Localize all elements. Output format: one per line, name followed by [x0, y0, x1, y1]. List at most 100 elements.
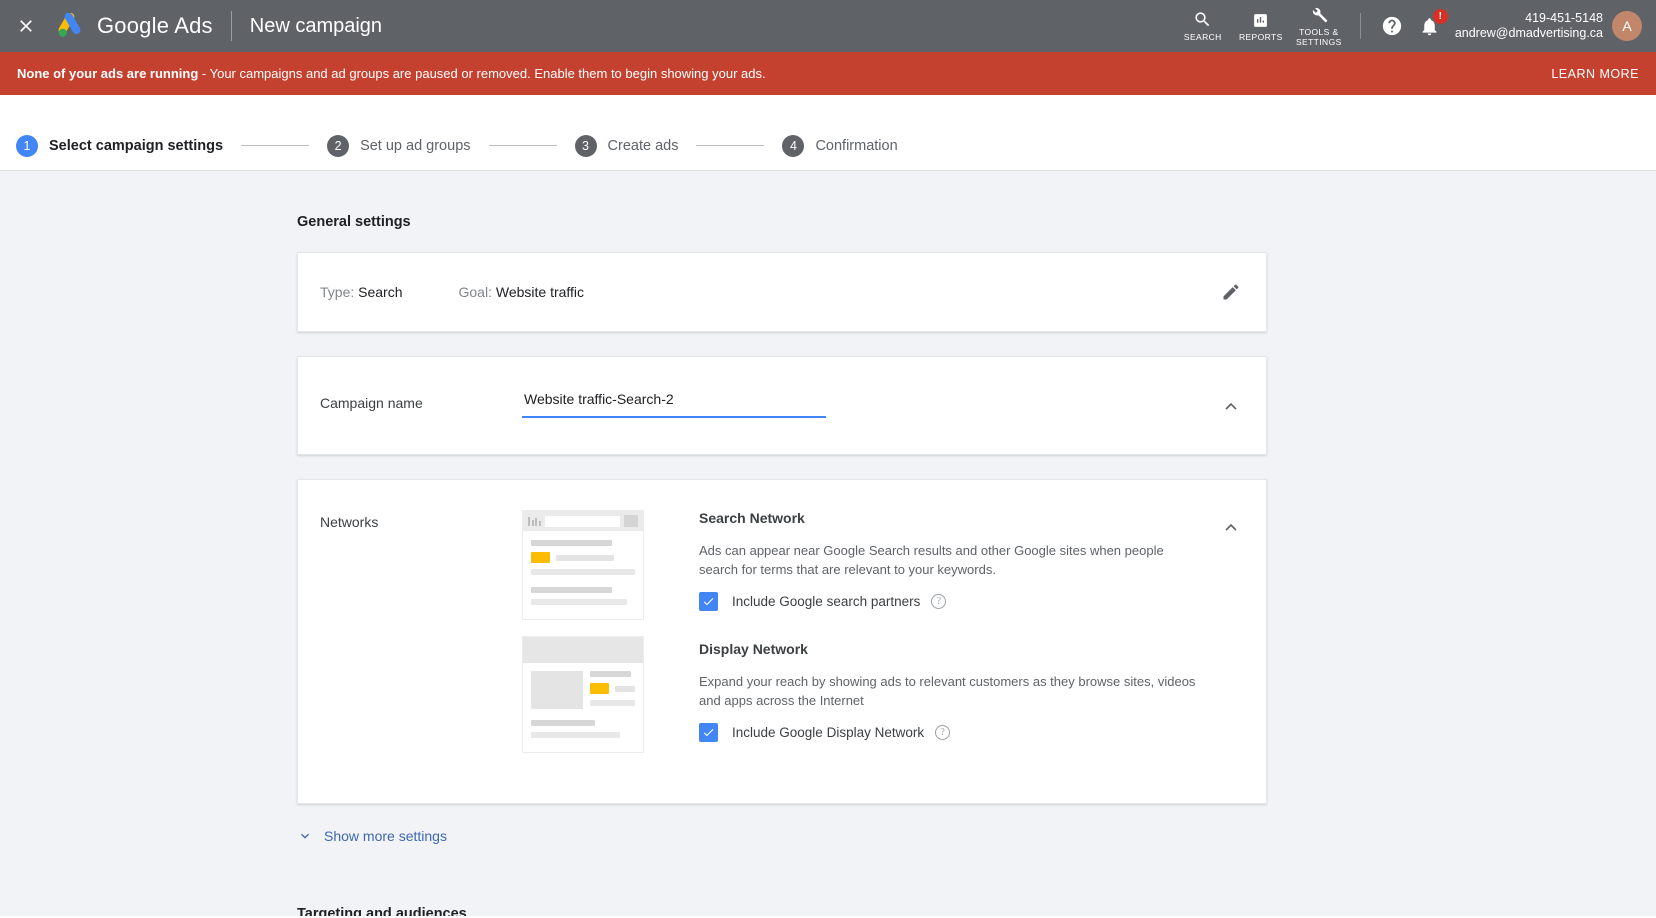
alert-headline: None of your ads are running — [17, 66, 199, 81]
learn-more-link[interactable]: LEARN MORE — [1551, 67, 1639, 81]
goal-value: Website traffic — [495, 284, 585, 300]
search-icon — [1193, 10, 1212, 29]
reports-tool-button[interactable]: REPORTS — [1232, 0, 1290, 52]
step-number: 3 — [574, 134, 597, 157]
account-phone: 419-451-5148 — [1525, 11, 1603, 25]
pencil-icon — [1223, 284, 1239, 300]
step-create-ads[interactable]: 3 Create ads — [574, 134, 679, 157]
avatar[interactable]: A — [1612, 11, 1642, 41]
show-more-settings-button[interactable]: Show more settings — [297, 828, 1267, 844]
search-network-description: Ads can appear near Google Search result… — [699, 543, 1164, 577]
search-tool-label: SEARCH — [1183, 32, 1222, 42]
search-tool-button[interactable]: SEARCH — [1174, 0, 1232, 52]
step-connector — [241, 145, 310, 146]
display-network-block: Display Network Expand your reach by sho… — [699, 641, 1206, 742]
targeting-title: Targeting and audiences — [297, 906, 467, 916]
display-network-checkbox[interactable] — [699, 723, 718, 742]
thumb-ad-badge — [590, 683, 609, 694]
thumb-display-text — [590, 671, 635, 712]
thumb-line — [531, 587, 613, 593]
step-connector — [696, 145, 765, 146]
page-body: General settings Type: Search Goal: Webs… — [0, 171, 1656, 916]
step-label: Select campaign settings — [49, 137, 224, 154]
chevron-down-icon — [301, 833, 309, 839]
thumb-line — [531, 540, 613, 546]
show-more-settings-label: Show more settings — [324, 828, 447, 844]
step-set-up-ad-groups[interactable]: 2 Set up ad groups — [327, 134, 471, 157]
chevron-up-icon — [1225, 523, 1237, 531]
display-network-checkbox-row: Include Google Display Network ? — [699, 723, 1206, 742]
thumb-line — [556, 554, 614, 561]
google-ads-logo-icon — [58, 13, 81, 37]
campaign-name-field-wrap — [522, 389, 826, 418]
thumb-footer — [523, 712, 643, 738]
general-settings-heading: General settings — [297, 214, 411, 230]
type-key: Type: — [320, 284, 355, 300]
help-circle-icon — [1382, 16, 1401, 36]
campaign-type: Type: Search — [320, 284, 403, 300]
step-number: 4 — [782, 134, 805, 157]
close-button[interactable] — [0, 0, 52, 52]
collapse-campaign-name-button[interactable] — [1216, 391, 1246, 421]
networks-descriptions: Search Network Ads can appear near Googl… — [674, 510, 1266, 769]
help-button[interactable] — [1373, 7, 1411, 45]
thumb-display-grid — [523, 663, 643, 712]
display-network-description: Expand your reach by showing ads to rele… — [699, 674, 1196, 708]
goal-key: Goal: — [458, 284, 492, 300]
thumb-banner — [523, 637, 643, 663]
top-app-bar: Google Ads New campaign SEARCH REPORTS T… — [0, 0, 1656, 52]
thumb-search-bar — [523, 511, 643, 531]
thumb-logo-icon — [528, 516, 541, 526]
campaign-name-body: Campaign name — [298, 357, 1266, 454]
campaign-type-goal-card: Type: Search Goal: Website traffic — [297, 252, 1267, 332]
step-connector — [488, 145, 557, 146]
networks-label: Networks — [320, 514, 379, 530]
step-label: Set up ad groups — [360, 137, 471, 154]
campaign-name-input[interactable] — [522, 389, 826, 418]
settings-content-column: General settings Type: Search Goal: Webs… — [297, 171, 1267, 916]
campaign-name-row: Campaign name — [320, 389, 1266, 418]
account-email: andrew@dmadvertising.ca — [1454, 26, 1603, 40]
top-bar-right-cluster: SEARCH REPORTS TOOLS & SETTINGS ! 419-451… — [1174, 0, 1656, 52]
chevron-up-icon — [1225, 402, 1237, 410]
thumb-ad-row — [590, 683, 635, 694]
tools-settings-label: TOOLS & SETTINGS — [1295, 27, 1342, 47]
thumb-results — [523, 531, 643, 605]
networks-card: Networks Search Network Ads can appear n… — [297, 479, 1267, 804]
display-network-label: Include Google Display Network — [732, 725, 925, 740]
header-divider — [230, 11, 232, 41]
search-partners-label: Include Google search partners — [732, 594, 921, 609]
campaign-name-card: Campaign name — [297, 356, 1267, 455]
thumb-line — [531, 569, 635, 575]
brand-name: Google Ads — [97, 13, 213, 38]
search-network-thumbnail — [522, 510, 644, 620]
alert-detail: - Your campaigns and ad groups are pause… — [198, 66, 766, 81]
page-title: New campaign — [249, 14, 383, 37]
thumb-line — [531, 599, 627, 605]
networks-body: Networks Search Network Ads can appear n… — [298, 480, 1266, 803]
step-confirmation[interactable]: 4 Confirmation — [782, 134, 898, 157]
alert-banner: None of your ads are running - Your camp… — [0, 52, 1656, 95]
account-info[interactable]: 419-451-5148 andrew@dmadvertising.ca — [1455, 11, 1603, 41]
display-network-thumbnail — [522, 636, 644, 753]
type-value: Search — [358, 284, 403, 300]
brand-logo-area[interactable]: Google Ads — [52, 13, 213, 39]
search-partners-checkbox-row: Include Google search partners ? — [699, 592, 1206, 611]
step-label: Create ads — [607, 137, 679, 154]
collapse-networks-button[interactable] — [1216, 512, 1246, 542]
search-partners-help-icon[interactable]: ? — [931, 594, 947, 609]
reports-tool-label: REPORTS — [1238, 32, 1283, 42]
display-network-title: Display Network — [699, 641, 808, 657]
edit-type-goal-button[interactable] — [1216, 277, 1246, 307]
close-icon — [20, 20, 32, 32]
step-label: Confirmation — [815, 137, 898, 154]
step-number: 1 — [16, 134, 38, 157]
step-select-campaign-settings[interactable]: 1 Select campaign settings — [16, 134, 224, 157]
search-partners-checkbox[interactable] — [699, 592, 718, 611]
thumb-ad-badge — [531, 552, 550, 563]
network-thumbnails — [522, 510, 674, 769]
tools-settings-button[interactable]: TOOLS & SETTINGS — [1290, 0, 1348, 52]
display-network-help-icon[interactable]: ? — [935, 725, 951, 740]
notifications-button[interactable]: ! — [1411, 7, 1449, 45]
search-network-block: Search Network Ads can appear near Googl… — [699, 510, 1206, 611]
